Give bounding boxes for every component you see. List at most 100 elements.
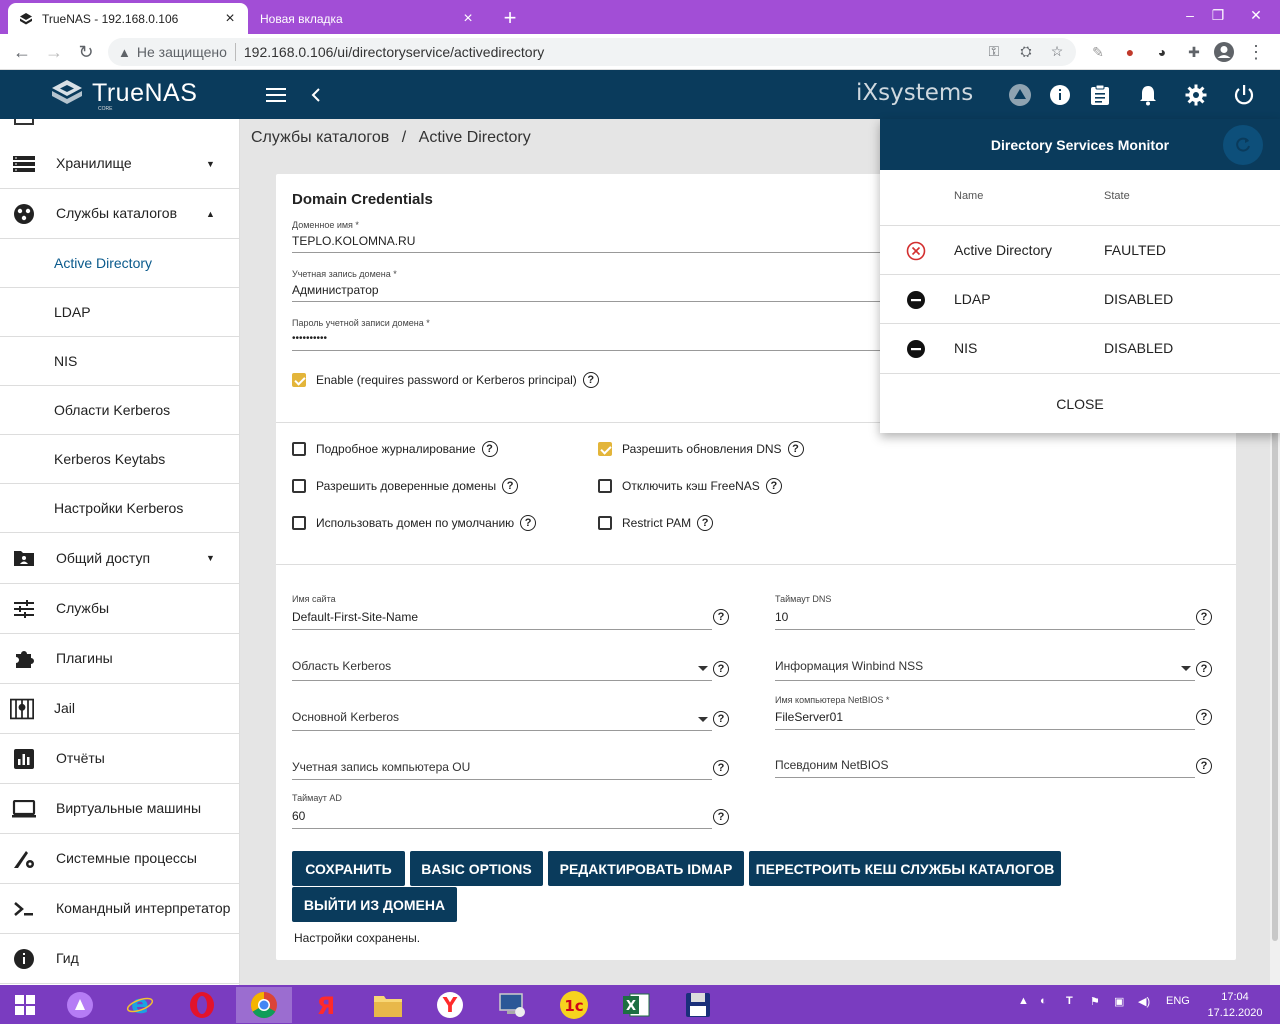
kerberos-realm-select[interactable]: Область Kerberos: [292, 651, 712, 681]
help-icon[interactable]: ?: [713, 711, 729, 727]
help-icon[interactable]: ?: [713, 809, 729, 825]
sidebar-item-storage[interactable]: Хранилище ▼: [0, 139, 239, 189]
hamburger-menu-icon[interactable]: [263, 82, 289, 108]
volume-icon[interactable]: ◀): [1138, 995, 1150, 1008]
back-icon[interactable]: ←: [10, 40, 34, 64]
remote-desktop-icon[interactable]: [484, 987, 540, 1023]
sidebar-item-sharing[interactable]: Общий доступ ▼: [0, 533, 239, 584]
forward-icon[interactable]: →: [42, 40, 66, 64]
checkbox-box[interactable]: [292, 442, 306, 456]
site-name-field[interactable]: Имя сайта Default-First-Site-Name: [292, 594, 712, 630]
help-icon[interactable]: ?: [713, 609, 729, 625]
save-button[interactable]: СОХРАНИТЬ: [292, 851, 405, 886]
network-icon[interactable]: ▣: [1114, 995, 1124, 1008]
tray-app-icon[interactable]: ◐: [1040, 995, 1047, 1007]
info-icon[interactable]: [1047, 82, 1073, 108]
help-icon[interactable]: ?: [1196, 661, 1212, 677]
tab-close-icon[interactable]: ×: [222, 10, 238, 28]
sidebar-item-kerberos-keytabs[interactable]: Kerberos Keytabs: [0, 435, 239, 484]
enable-checkbox[interactable]: Enable (requires password or Kerberos pr…: [292, 372, 599, 388]
help-icon[interactable]: ?: [1196, 709, 1212, 725]
collapse-chevron-left-icon[interactable]: [303, 82, 329, 108]
yandex-browser-icon[interactable]: Я: [298, 987, 354, 1023]
allow-dns-updates-checkbox[interactable]: Разрешить обновления DNS ?: [598, 441, 804, 457]
close-button[interactable]: CLOSE: [880, 373, 1280, 433]
truenas-logo[interactable]: TrueNAS CORE: [48, 78, 197, 112]
1c-icon[interactable]: 1c: [546, 987, 602, 1023]
verbose-logging-checkbox[interactable]: Подробное журналирование ?: [292, 441, 498, 457]
sidebar-item-kerberos-settings[interactable]: Настройки Kerberos: [0, 484, 239, 533]
tray-expand-icon[interactable]: ▲: [1018, 995, 1029, 1007]
reload-icon[interactable]: ↻: [74, 40, 98, 64]
sidebar-item-services[interactable]: Службы: [0, 584, 239, 634]
basic-options-button[interactable]: BASIC OPTIONS: [410, 851, 543, 886]
alice-assistant-icon[interactable]: [52, 987, 108, 1023]
sidebar-item-plugins[interactable]: Плагины: [0, 634, 239, 684]
refresh-button[interactable]: [1223, 125, 1263, 165]
ad-timeout-field[interactable]: Таймаут AD 60: [292, 793, 712, 829]
windows-start-icon[interactable]: [0, 987, 50, 1023]
truecommand-icon[interactable]: [1007, 82, 1033, 108]
bookmark-star-icon[interactable]: ☆: [1047, 41, 1067, 61]
translate-icon[interactable]: ⛭: [1016, 41, 1036, 61]
help-icon[interactable]: ?: [1196, 609, 1212, 625]
key-icon[interactable]: ⚿: [984, 41, 1004, 61]
extension-icon[interactable]: ◕: [1151, 41, 1173, 63]
edit-idmap-button[interactable]: РЕДАКТИРОВАТЬ IDMAP: [548, 851, 744, 886]
notifications-bell-icon[interactable]: [1135, 82, 1161, 108]
sidebar-item-jail[interactable]: Jail: [0, 684, 239, 734]
checkbox-box[interactable]: [598, 442, 612, 456]
menu-kebab-icon[interactable]: ⋮: [1245, 41, 1267, 63]
system-clock[interactable]: 17:04 17.12.2020: [1200, 989, 1270, 1021]
profile-avatar-icon[interactable]: [1213, 41, 1235, 63]
netbios-name-field[interactable]: Имя компьютера NetBIOS * FileServer01: [775, 695, 1195, 730]
yandex-icon[interactable]: Y: [422, 987, 478, 1023]
help-icon[interactable]: ?: [765, 478, 782, 494]
floppy-save-icon[interactable]: [670, 987, 726, 1023]
checkbox-box[interactable]: [598, 516, 612, 530]
breadcrumb-parent[interactable]: Службы каталогов: [251, 129, 389, 146]
sidebar-item-ldap[interactable]: LDAP: [0, 288, 239, 337]
sidebar-item-shell[interactable]: Командный интерпретатор: [0, 884, 239, 934]
sidebar-item-reports[interactable]: Отчёты: [0, 734, 239, 784]
help-icon[interactable]: ?: [713, 661, 729, 677]
extensions-puzzle-icon[interactable]: ✚: [1183, 41, 1205, 63]
dns-timeout-field[interactable]: Таймаут DNS 10: [775, 594, 1195, 630]
sidebar-item-active-directory[interactable]: Active Directory: [0, 239, 239, 288]
checkbox-box[interactable]: [292, 479, 306, 493]
excel-icon[interactable]: X: [608, 987, 664, 1023]
help-icon[interactable]: ?: [713, 760, 729, 776]
power-icon[interactable]: [1231, 82, 1257, 108]
kerberos-principal-select[interactable]: Основной Kerberos: [292, 701, 712, 731]
window-close-icon[interactable]: ✕: [1232, 0, 1280, 30]
help-icon[interactable]: ?: [582, 372, 599, 388]
sidebar-item-directory-services[interactable]: Службы каталогов ▲: [0, 189, 239, 239]
rebuild-directory-cache-button[interactable]: ПЕРЕСТРОИТЬ КЕШ СЛУЖБЫ КАТАЛОГОВ: [749, 851, 1061, 886]
flag-icon[interactable]: ⚑: [1090, 995, 1100, 1008]
checkbox-box[interactable]: [292, 516, 306, 530]
sidebar-item-virtual-machines[interactable]: Виртуальные машины: [0, 784, 239, 834]
help-icon[interactable]: ?: [1196, 758, 1212, 774]
directory-services-monitor-icon[interactable]: [1087, 82, 1113, 108]
help-icon[interactable]: ?: [502, 478, 519, 494]
leave-domain-button[interactable]: ВЫЙТИ ИЗ ДОМЕНА: [292, 887, 457, 922]
url-box[interactable]: ▲ Не защищено 192.168.0.106/ui/directory…: [108, 38, 1076, 66]
netbios-alias-field[interactable]: Псевдоним NetBIOS: [775, 749, 1195, 778]
new-tab-icon[interactable]: +: [498, 5, 522, 31]
sidebar-item-kerberos-realms[interactable]: Области Kerberos: [0, 386, 239, 435]
sidebar-item-nis[interactable]: NIS: [0, 337, 239, 386]
opera-icon[interactable]: [174, 987, 230, 1023]
chrome-icon[interactable]: [236, 987, 292, 1023]
computer-account-ou-field[interactable]: Учетная запись компьютера OU: [292, 751, 712, 780]
extension-icon[interactable]: ✎: [1087, 41, 1109, 63]
checkbox-box[interactable]: [292, 373, 306, 387]
winbind-nss-select[interactable]: Информация Winbind NSS: [775, 651, 1195, 681]
help-icon[interactable]: ?: [697, 515, 714, 531]
tab-truenas[interactable]: TrueNAS - 192.168.0.106 ×: [8, 3, 248, 34]
help-icon[interactable]: ?: [787, 441, 804, 457]
tab-close-icon[interactable]: ×: [460, 10, 476, 28]
sidebar-item-tasks[interactable]: Системные процессы: [0, 834, 239, 884]
use-default-domain-checkbox[interactable]: Использовать домен по умолчанию ?: [292, 515, 537, 531]
checkbox-box[interactable]: [598, 479, 612, 493]
settings-gear-icon[interactable]: [1183, 82, 1209, 108]
